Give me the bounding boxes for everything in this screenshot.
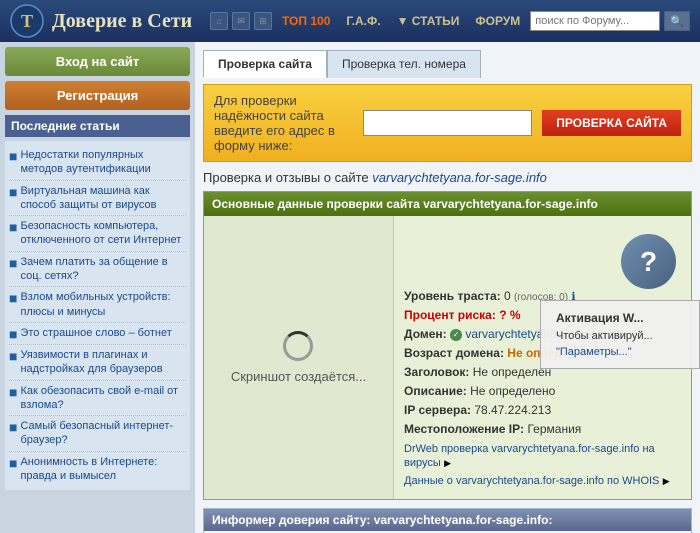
list-item[interactable]: ■ Недостатки популярных методов аутентиф…: [9, 145, 186, 181]
article-link[interactable]: Безопасность компьютера, отключенного от…: [20, 219, 186, 248]
search-button[interactable]: 🔍: [664, 11, 690, 31]
ip-label: IP сервера:: [404, 403, 471, 417]
article-link[interactable]: Зачем платить за общение в соц. сетях?: [20, 255, 186, 284]
header: T Доверие в Сети ⌂ ✉ ⊞ ТОП 100 Г.А.Ф. ▼ …: [0, 0, 700, 42]
svg-text:T: T: [21, 11, 33, 31]
bullet-icon: ■: [9, 349, 17, 363]
check-banner-text: Для проверки надёжности сайта введите ег…: [214, 93, 353, 153]
ip-value: 78.47.224.213: [474, 403, 551, 417]
header-nav: ⌂ ✉ ⊞ ТОП 100 Г.А.Ф. ▼ СТАТЬИ ФОРУМ 🔍: [210, 11, 690, 31]
activation-overlay: Активация W... Чтобы активируй... "Парам…: [540, 300, 700, 369]
screenshot-area: Скриншот создаётся...: [204, 216, 394, 499]
site-header-prefix: Проверка и отзывы о сайте: [203, 170, 372, 185]
activation-title: Активация W...: [556, 311, 684, 325]
bullet-icon: ■: [9, 420, 17, 434]
bullet-icon: ■: [9, 220, 17, 234]
nav-top100[interactable]: ТОП 100: [276, 11, 336, 31]
sidebar: Вход на сайт Регистрация Последние стать…: [0, 42, 195, 533]
tab-check-site[interactable]: Проверка сайта: [203, 50, 327, 78]
layout: Вход на сайт Регистрация Последние стать…: [0, 42, 700, 533]
site-title: Доверие в Сети: [52, 10, 192, 33]
arrow-icon: ▶: [444, 458, 451, 468]
search-input[interactable]: [530, 11, 660, 31]
description-row: Описание: Не определено: [404, 384, 681, 398]
domain-label: Домен:: [404, 327, 447, 341]
nav-faq[interactable]: Г.А.Ф.: [340, 11, 386, 31]
trust-badge: ?: [621, 234, 676, 289]
check-banner: Для проверки надёжности сайта введите ег…: [203, 84, 692, 162]
bullet-icon: ■: [9, 327, 17, 341]
tabs: Проверка сайта Проверка тел. номера: [203, 50, 692, 78]
panel-title-domain: varvarychtetyana.for-sage.info: [423, 197, 598, 211]
virus-link-row: DrWeb проверка varvarychtetyana.for-sage…: [404, 441, 681, 469]
list-item[interactable]: ■ Анонимность в Интернете: правда и вымы…: [9, 452, 186, 487]
list-item[interactable]: ■ Уязвимости в плагинах и надстройках дл…: [9, 345, 186, 381]
mail-icon[interactable]: ✉: [232, 12, 250, 30]
screenshot-text-label: Скриншот создаётся...: [231, 369, 366, 384]
site-info-header: Проверка и отзывы о сайте varvarychtetya…: [203, 170, 692, 185]
location-value: Германия: [527, 422, 581, 436]
informer-title: Информер доверия сайту: varvarychtetyana…: [204, 509, 691, 531]
bullet-icon: ■: [9, 149, 17, 163]
header-logo: T Доверие в Сети: [10, 4, 192, 38]
whois-link[interactable]: Данные о varvarychtetyana.for-sage.info …: [404, 475, 659, 487]
activation-link[interactable]: "Параметры...": [556, 346, 632, 358]
whois-link-row: Данные о varvarychtetyana.for-sage.info …: [404, 473, 681, 487]
header-label: Заголовок:: [404, 365, 469, 379]
age-label: Возраст домена:: [404, 346, 504, 360]
article-link[interactable]: Это страшное слово – ботнет: [20, 326, 171, 340]
list-item[interactable]: ■ Виртуальная машина как способ защиты о…: [9, 181, 186, 217]
list-item[interactable]: ■ Безопасность компьютера, отключенного …: [9, 216, 186, 252]
list-item[interactable]: ■ Это страшное слово – ботнет: [9, 323, 186, 345]
home-icon[interactable]: ⌂: [210, 12, 228, 30]
data-panel-title: Основные данные проверки сайта varvarych…: [204, 192, 691, 216]
article-link[interactable]: Взлом мобильных устройств: плюсы и минус…: [20, 290, 186, 319]
list-item[interactable]: ■ Взлом мобильных устройств: плюсы и мин…: [9, 287, 186, 323]
percent-value: ? %: [499, 308, 520, 322]
grid-icon[interactable]: ⊞: [254, 12, 272, 30]
logo-icon: T: [10, 4, 44, 38]
bullet-icon: ■: [9, 256, 17, 270]
domain-icon: ✓: [450, 329, 462, 341]
activation-text: Чтобы активируй...: [556, 330, 684, 342]
location-row: Местоположение IP: Германия: [404, 422, 681, 436]
bullet-icon: ■: [9, 185, 17, 199]
article-link[interactable]: Уязвимости в плагинах и надстройках для …: [20, 348, 186, 377]
arrow-icon: ▶: [663, 476, 670, 486]
article-link[interactable]: Недостатки популярных методов аутентифик…: [20, 148, 186, 177]
bullet-icon: ■: [9, 291, 17, 305]
login-button[interactable]: Вход на сайт: [5, 47, 190, 76]
trust-value: 0: [504, 289, 511, 303]
bullet-icon: ■: [9, 385, 17, 399]
list-item[interactable]: ■ Самый безопасный интернет-браузер?: [9, 416, 186, 452]
desc-value: Не определено: [470, 384, 555, 398]
panel-title-prefix: Основные данные проверки сайта: [212, 197, 423, 211]
article-link[interactable]: Виртуальная машина как способ защиты от …: [20, 184, 186, 213]
list-item[interactable]: ■ Как обезопасить свой e-mail от взлома?: [9, 381, 186, 417]
sidebar-articles: ■ Недостатки популярных методов аутентиф…: [5, 141, 190, 490]
virus-check-link[interactable]: DrWeb проверка varvarychtetyana.for-sage…: [404, 443, 655, 469]
nav-forum[interactable]: ФОРУМ: [469, 11, 526, 31]
article-link[interactable]: Как обезопасить свой e-mail от взлома?: [20, 384, 186, 413]
location-label: Местоположение IP:: [404, 422, 524, 436]
url-input[interactable]: [363, 110, 532, 136]
loading-spinner: [283, 331, 313, 361]
ip-row: IP сервера: 78.47.224.213: [404, 403, 681, 417]
bullet-icon: ■: [9, 456, 17, 470]
list-item[interactable]: ■ Зачем платить за общение в соц. сетях?: [9, 252, 186, 288]
informer-section: Информер доверия сайту: varvarychtetyana…: [203, 508, 692, 533]
check-submit-button[interactable]: ПРОВЕРКА САЙТА: [542, 110, 681, 136]
register-button[interactable]: Регистрация: [5, 81, 190, 110]
site-header-domain: varvarychtetyana.for-sage.info: [372, 170, 547, 185]
percent-label: Процент риска:: [404, 308, 496, 322]
desc-label: Описание:: [404, 384, 467, 398]
article-link[interactable]: Анонимность в Интернете: правда и вымысе…: [20, 455, 186, 484]
article-link[interactable]: Самый безопасный интернет-браузер?: [20, 419, 186, 448]
recent-articles-title: Последние статьи: [5, 115, 190, 137]
main-content: Проверка сайта Проверка тел. номера Для …: [195, 42, 700, 533]
screenshot-placeholder: Скриншот создаётся...: [231, 331, 366, 384]
tab-check-phone[interactable]: Проверка тел. номера: [327, 50, 481, 78]
nav-articles[interactable]: ▼ СТАТЬИ: [391, 11, 466, 31]
trust-label: Уровень траста:: [404, 289, 501, 303]
